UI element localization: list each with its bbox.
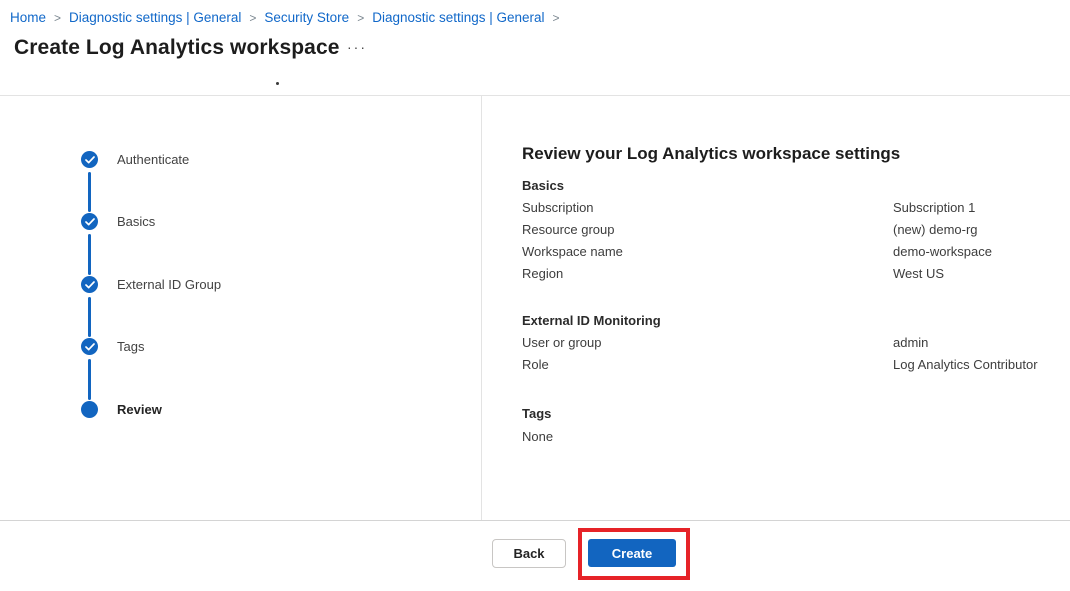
header-divider — [0, 95, 1070, 96]
chevron-right-icon: > — [356, 11, 365, 25]
review-section-basics: Basics Subscription Subscription 1 Resou… — [522, 178, 1057, 282]
review-row: Workspace name demo-workspace — [522, 238, 1057, 260]
more-options-button[interactable]: ··· — [347, 40, 367, 54]
review-row-label: Region — [522, 266, 893, 282]
stray-dot — [276, 82, 279, 85]
check-circle-icon — [81, 276, 98, 293]
step-connector — [88, 172, 91, 212]
section-title: External ID Monitoring — [522, 313, 1057, 329]
step-connector — [88, 359, 91, 400]
review-row-label: Role — [522, 357, 893, 373]
chevron-right-icon: > — [248, 11, 257, 25]
section-title: Basics — [522, 178, 1057, 194]
step-connector — [88, 297, 91, 337]
wizard-step-basics[interactable]: Basics — [81, 213, 155, 230]
wizard-step-external-id-group[interactable]: External ID Group — [81, 276, 221, 293]
review-section-external-id-monitoring: External ID Monitoring User or group adm… — [522, 313, 1057, 373]
review-row-value: West US — [893, 266, 944, 282]
wizard-step-tags[interactable]: Tags — [81, 338, 144, 355]
wizard-step-authenticate[interactable]: Authenticate — [81, 151, 189, 168]
back-button[interactable]: Back — [492, 539, 566, 568]
review-section-tags: Tags None — [522, 406, 1057, 444]
breadcrumb-link-diagnostic-settings[interactable]: Diagnostic settings | General — [69, 10, 241, 25]
check-circle-icon — [81, 151, 98, 168]
chevron-right-icon: > — [53, 11, 62, 25]
review-row-value: Log Analytics Contributor — [893, 357, 1038, 373]
review-row-label: Resource group — [522, 222, 893, 238]
chevron-right-icon: > — [552, 11, 561, 25]
review-row-value: demo-workspace — [893, 244, 992, 260]
breadcrumb-link-security-store[interactable]: Security Store — [264, 10, 349, 25]
breadcrumb-link-diagnostic-settings-2[interactable]: Diagnostic settings | General — [372, 10, 544, 25]
review-row-label: Workspace name — [522, 244, 893, 260]
wizard-step-label: Tags — [117, 339, 144, 354]
wizard-step-review[interactable]: Review — [81, 401, 162, 418]
wizard-step-label: Authenticate — [117, 152, 189, 167]
current-step-dot-icon — [81, 401, 98, 418]
check-circle-icon — [81, 213, 98, 230]
breadcrumb-link-home[interactable]: Home — [10, 10, 46, 25]
review-row: Role Log Analytics Contributor — [522, 351, 1057, 373]
wizard-step-label: Basics — [117, 214, 155, 229]
wizard-step-label: Review — [117, 402, 162, 417]
review-row-label: Subscription — [522, 200, 893, 216]
review-row: Subscription Subscription 1 — [522, 194, 1057, 216]
review-row-value: admin — [893, 335, 928, 351]
page-title: Create Log Analytics workspace — [14, 36, 340, 60]
review-row-label: User or group — [522, 335, 893, 351]
create-button[interactable]: Create — [588, 539, 676, 567]
review-heading: Review your Log Analytics workspace sett… — [522, 142, 1057, 166]
review-panel: Review your Log Analytics workspace sett… — [522, 142, 1057, 444]
check-circle-icon — [81, 338, 98, 355]
review-row: Region West US — [522, 260, 1057, 282]
footer-divider — [0, 520, 1070, 521]
breadcrumb: Home > Diagnostic settings | General > S… — [10, 10, 561, 25]
review-row-value: Subscription 1 — [893, 200, 975, 216]
step-connector — [88, 234, 91, 275]
wizard-step-label: External ID Group — [117, 277, 221, 292]
section-title: Tags — [522, 406, 1057, 422]
tags-none-value: None — [522, 429, 1057, 444]
review-row-value: (new) demo-rg — [893, 222, 978, 238]
review-row: User or group admin — [522, 329, 1057, 351]
review-row: Resource group (new) demo-rg — [522, 216, 1057, 238]
panel-divider — [481, 95, 482, 520]
